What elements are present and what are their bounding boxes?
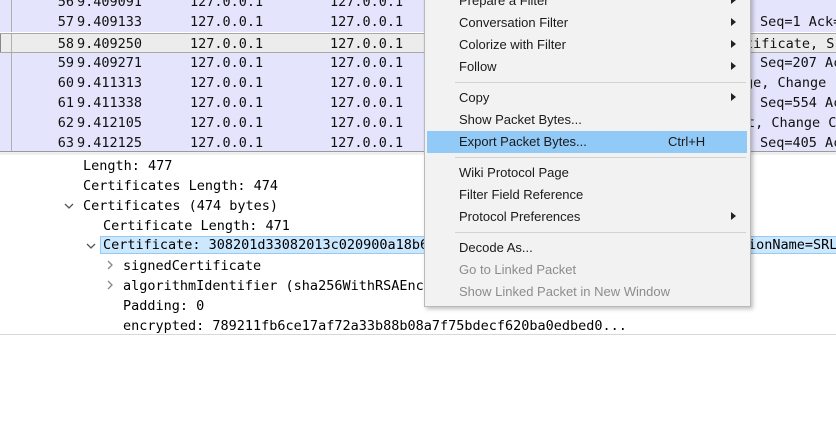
menu-item-shortcut: Ctrl+H bbox=[668, 134, 706, 149]
menu-item-copy[interactable]: Copy bbox=[427, 87, 747, 109]
submenu-arrow-icon bbox=[731, 93, 736, 101]
packet-info: Seq=1 Ack= bbox=[760, 14, 836, 30]
packet-source: 127.0.0.1 bbox=[190, 36, 264, 52]
menu-item-label: Copy bbox=[459, 90, 490, 105]
row-gutter bbox=[0, 133, 12, 152]
packet-info: ge, Change bbox=[745, 75, 827, 91]
packet-number: 61 bbox=[57, 95, 74, 111]
submenu-arrow-icon bbox=[731, 40, 736, 48]
packet-destination: 127.0.0.1 bbox=[330, 36, 404, 52]
packet-info: t, Change C bbox=[747, 115, 836, 131]
submenu-arrow-icon bbox=[731, 62, 736, 70]
menu-item-show-packet-bytes[interactable]: Show Packet Bytes... bbox=[427, 109, 747, 131]
tree-item-label: Padding: 0 bbox=[123, 298, 205, 314]
chevron-right-icon[interactable] bbox=[105, 280, 115, 290]
tree-item-label: ionName=SRL bbox=[748, 236, 836, 254]
packet-source: 127.0.0.1 bbox=[190, 14, 264, 30]
packet-time: 9.412125 bbox=[77, 135, 143, 151]
row-gutter bbox=[0, 0, 12, 12]
row-gutter bbox=[0, 53, 12, 73]
packet-source: 127.0.0.1 bbox=[190, 95, 264, 111]
packet-number: 57 bbox=[57, 14, 74, 30]
packet-destination: 127.0.0.1 bbox=[330, 55, 404, 71]
tree-item-label: encrypted: 789211fb6ce17af72a33b88b08a7f… bbox=[123, 318, 627, 334]
packet-time: 9.409091 bbox=[77, 0, 143, 10]
packet-time: 9.411338 bbox=[77, 95, 143, 111]
menu-item-show-linked-packet-new-window[interactable]: Show Linked Packet in New Window bbox=[427, 281, 747, 303]
menu-item-export-packet-bytes[interactable]: Export Packet Bytes... Ctrl+H bbox=[427, 131, 747, 153]
packet-source: 127.0.0.1 bbox=[190, 0, 264, 10]
menu-item-label: Filter Field Reference bbox=[459, 187, 584, 202]
tree-item-label: Certificates (474 bytes) bbox=[83, 198, 279, 214]
tree-item-label: Certificate: 308201d33082013c020900a18b6 bbox=[100, 236, 432, 254]
pane-divider bbox=[0, 334, 836, 335]
menu-item-filter-field-reference[interactable]: Filter Field Reference bbox=[427, 184, 747, 206]
packet-time: 9.409133 bbox=[77, 14, 143, 30]
menu-item-label: Go to Linked Packet bbox=[459, 262, 577, 277]
row-gutter bbox=[0, 12, 12, 32]
row-gutter bbox=[0, 113, 12, 133]
menu-item-label: Conversation Filter bbox=[459, 15, 569, 30]
submenu-arrow-icon bbox=[731, 18, 736, 26]
menu-item-label: Export Packet Bytes... bbox=[459, 134, 587, 149]
menu-item-label: Show Packet Bytes... bbox=[459, 112, 582, 127]
packet-destination: 127.0.0.1 bbox=[330, 95, 404, 111]
chevron-down-icon[interactable] bbox=[64, 201, 74, 211]
packet-info: tificate, S bbox=[745, 36, 835, 52]
menu-item-label: Wiki Protocol Page bbox=[459, 165, 569, 180]
packet-destination: 127.0.0.1 bbox=[330, 115, 404, 131]
packet-time: 9.412105 bbox=[77, 115, 143, 131]
packet-number: 58 bbox=[57, 36, 74, 52]
packet-time: 9.411313 bbox=[77, 75, 143, 91]
packet-info: Seq=405 Ac bbox=[760, 135, 836, 151]
packet-destination: 127.0.0.1 bbox=[330, 14, 404, 30]
packet-source: 127.0.0.1 bbox=[190, 75, 264, 91]
packet-number: 62 bbox=[57, 115, 74, 131]
menu-separator bbox=[455, 232, 746, 233]
packet-info: Seq=554 Ac bbox=[760, 95, 836, 111]
menu-item-decode-as[interactable]: Decode As... bbox=[427, 237, 747, 259]
menu-item-prepare-filter[interactable]: Prepare a Filter bbox=[427, 0, 747, 12]
packet-destination: 127.0.0.1 bbox=[330, 0, 404, 10]
packet-info: Seq=207 Ac bbox=[760, 55, 836, 71]
menu-item-label: Follow bbox=[459, 59, 497, 74]
menu-item-label: Show Linked Packet in New Window bbox=[459, 284, 670, 299]
menu-item-label: Colorize with Filter bbox=[459, 37, 566, 52]
menu-item-label: Protocol Preferences bbox=[459, 209, 581, 224]
chevron-right-icon[interactable] bbox=[105, 260, 115, 270]
menu-item-label: Decode As... bbox=[459, 240, 533, 255]
menu-item-go-to-linked-packet[interactable]: Go to Linked Packet bbox=[427, 259, 747, 281]
row-gutter bbox=[0, 73, 12, 93]
packet-number: 63 bbox=[57, 135, 74, 151]
packet-source: 127.0.0.1 bbox=[190, 135, 264, 151]
menu-separator bbox=[455, 82, 746, 83]
menu-item-wiki-protocol-page[interactable]: Wiki Protocol Page bbox=[427, 162, 747, 184]
row-gutter bbox=[0, 34, 12, 52]
packet-source: 127.0.0.1 bbox=[190, 115, 264, 131]
packet-destination: 127.0.0.1 bbox=[330, 75, 404, 91]
packet-destination: 127.0.0.1 bbox=[330, 135, 404, 151]
tree-item-label: Certificate Length: 471 bbox=[103, 218, 290, 234]
tree-item-label: signedCertificate bbox=[123, 258, 262, 274]
menu-item-colorize-with-filter[interactable]: Colorize with Filter bbox=[427, 34, 747, 56]
packet-source: 127.0.0.1 bbox=[190, 55, 264, 71]
packet-number: 60 bbox=[57, 75, 74, 91]
packet-time: 9.409271 bbox=[77, 55, 143, 71]
submenu-arrow-icon bbox=[731, 212, 736, 220]
submenu-arrow-icon bbox=[731, 0, 736, 4]
tree-item-label: Length: 477 bbox=[83, 158, 173, 174]
chevron-down-icon[interactable] bbox=[86, 241, 96, 251]
context-menu: Prepare a Filter Conversation Filter Col… bbox=[424, 0, 751, 307]
packet-number: 59 bbox=[57, 55, 74, 71]
menu-item-protocol-preferences[interactable]: Protocol Preferences bbox=[427, 206, 747, 228]
menu-item-label: Prepare a Filter bbox=[459, 0, 549, 8]
tree-item-label: algorithmIdentifier (sha256WithRSAEncr bbox=[123, 278, 432, 294]
packet-number: 56 bbox=[57, 0, 74, 10]
menu-separator bbox=[455, 157, 746, 158]
menu-item-conversation-filter[interactable]: Conversation Filter bbox=[427, 12, 747, 34]
packet-time: 9.409250 bbox=[77, 36, 143, 52]
menu-item-follow[interactable]: Follow bbox=[427, 56, 747, 78]
row-gutter bbox=[0, 93, 12, 113]
tree-item-label: Certificates Length: 474 bbox=[83, 178, 279, 194]
